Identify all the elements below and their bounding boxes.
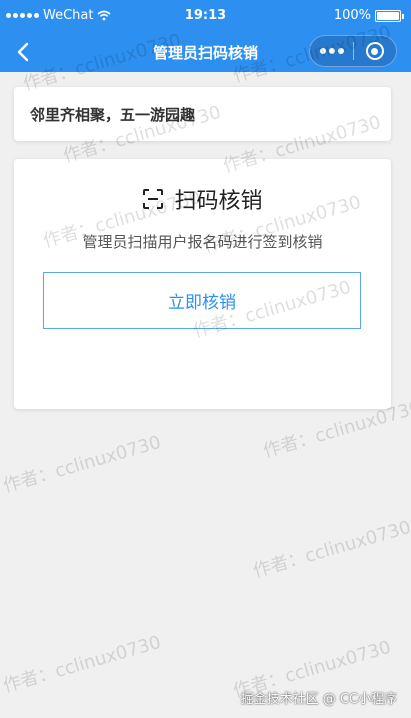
scan-frame-icon [143,189,164,209]
watermark: 作者：cclinux0730 [0,431,164,498]
event-name: 邻里齐相聚，五一游园趣 [30,106,196,124]
footer-credit: 掘金技术社区 @ CC小程序 [240,692,397,707]
watermark: 作者：cclinux0730 [250,516,411,583]
battery-percent: 100% [333,8,371,23]
status-right: 100% [333,8,404,23]
scan-title-row: 扫码核销 [14,183,391,215]
battery-icon [375,9,404,22]
mini-program-capsule [309,35,397,67]
scan-description: 管理员扫描用户报名码进行签到核销 [82,233,323,251]
target-close-icon [365,42,384,60]
more-dots-icon [319,48,326,54]
more-button[interactable] [310,36,353,66]
nav-bar: 管理员扫码核销 [0,32,411,72]
status-bar: WeChat 19:13 100% [0,0,411,32]
scan-card: 扫码核销 管理员扫描用户报名码进行签到核销 立即核销 [14,159,391,409]
scan-title: 扫码核销 [174,189,263,214]
verify-now-button[interactable]: 立即核销 [43,272,361,329]
watermark: 作者：cclinux0730 [0,631,164,698]
close-button[interactable] [354,36,396,66]
event-card: 邻里齐相聚，五一游园趣 [14,87,391,141]
